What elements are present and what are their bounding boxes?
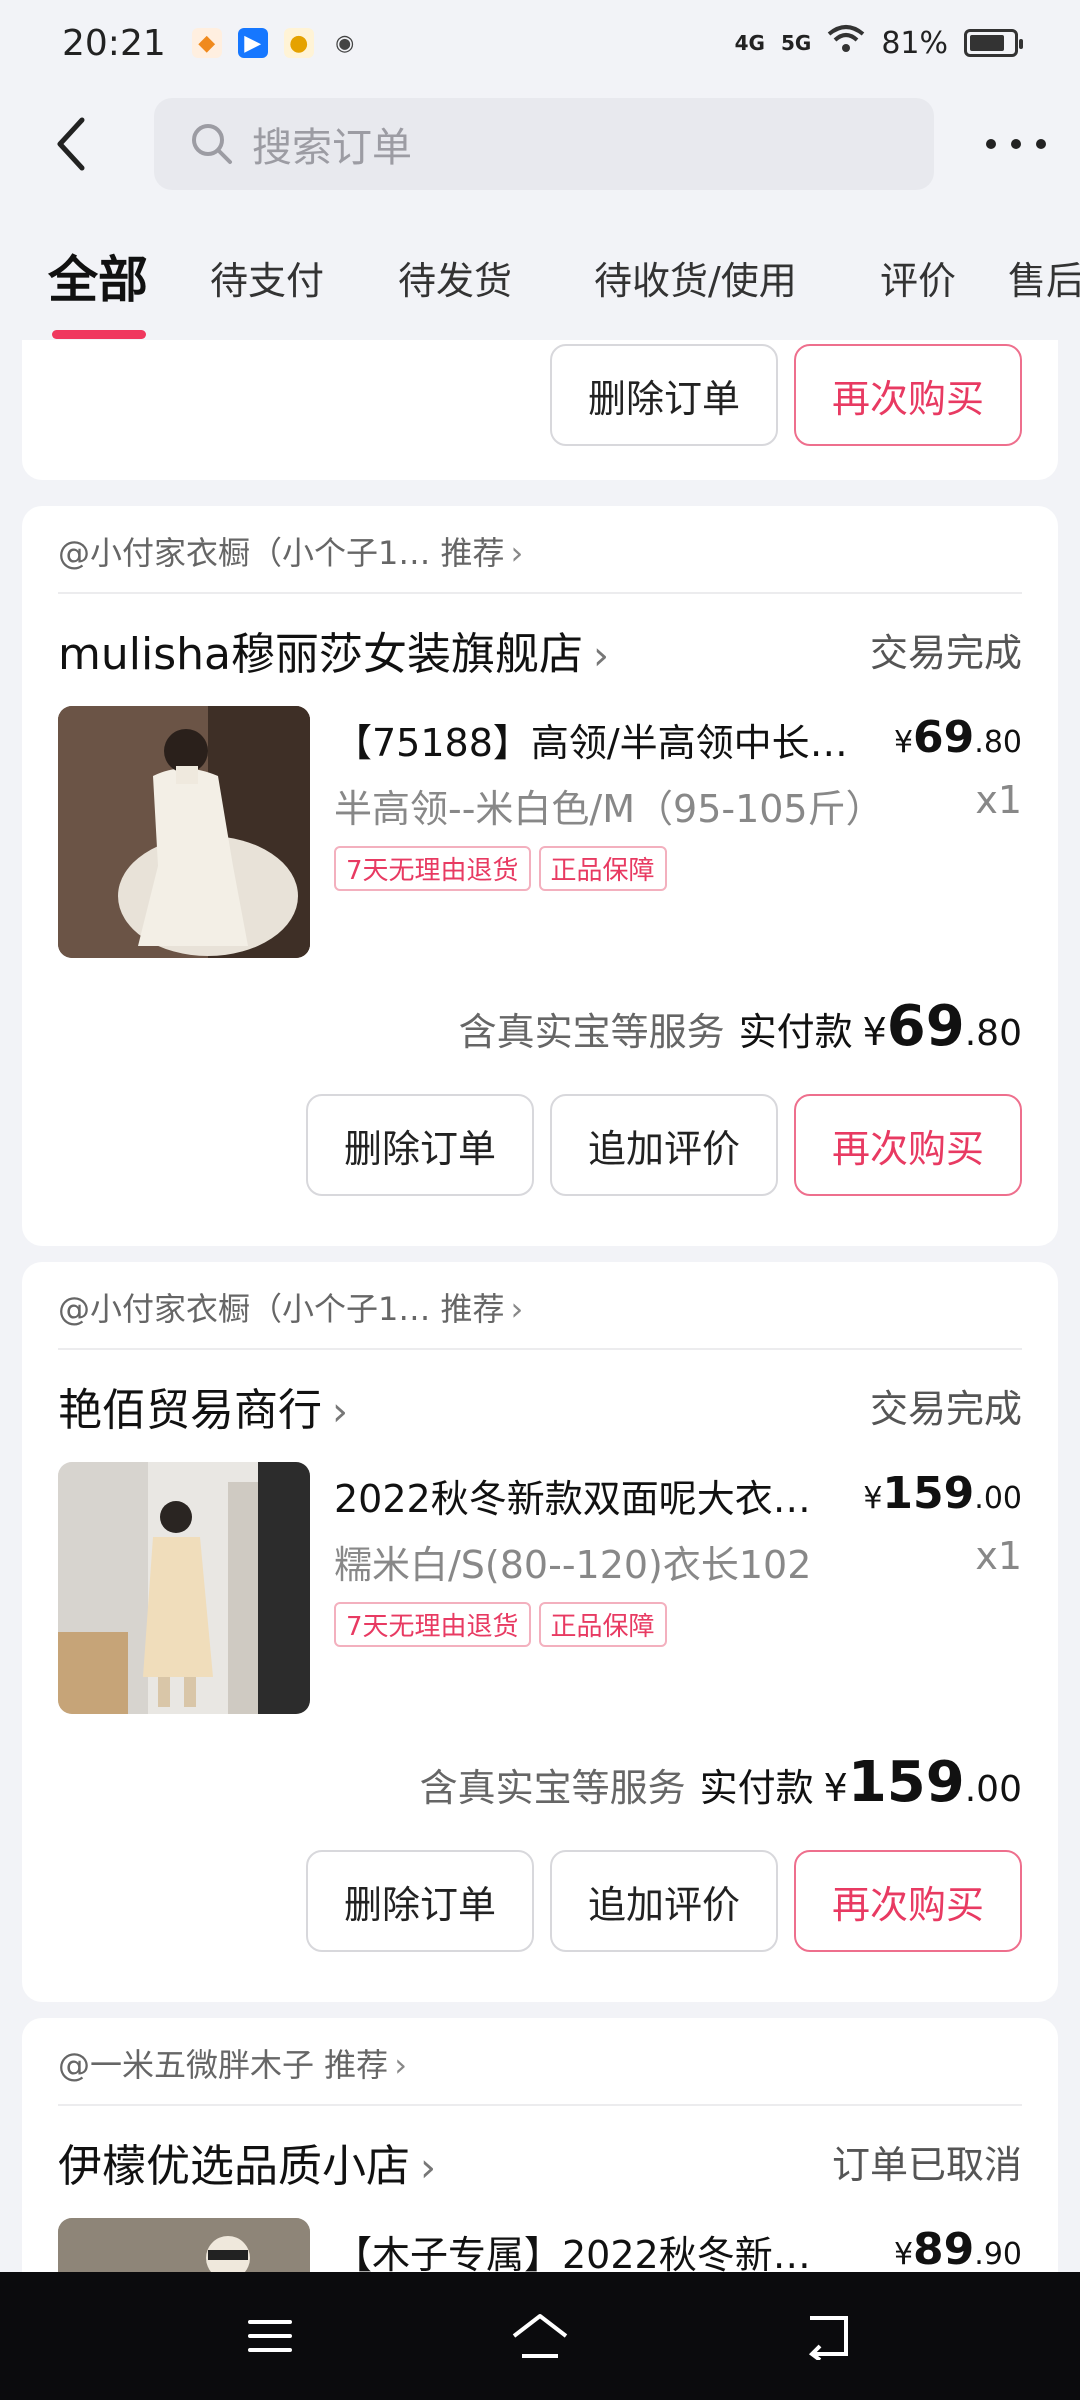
tab-all[interactable]: 全部 — [48, 240, 148, 312]
return-policy-tag: 7天无理由退货 — [334, 846, 531, 891]
chevron-right-icon: › — [332, 1389, 348, 1435]
more-button[interactable] — [986, 122, 1046, 166]
product-price: ¥69.80 — [893, 712, 1022, 763]
product-sku: 糯米白/S(80--120)衣长102 — [334, 1543, 812, 1587]
chevron-right-icon: › — [510, 534, 524, 572]
payment-summary: 含真实宝等服务 实付款 ¥159.00 — [419, 1750, 1022, 1815]
add-review-button[interactable]: 追加评价 — [550, 1850, 778, 1952]
home-icon — [512, 2314, 568, 2358]
product-title[interactable]: 【75188】高领/半高领中长… — [334, 712, 864, 767]
service-note: 含真实宝等服务 — [419, 1766, 686, 1810]
order-card: @一米五微胖木子 推荐 › 伊檬优选品质小店 › 订单已取消 【木子专属】2022秋… — [22, 2018, 1058, 2272]
app-notification-icon: ▶ — [237, 28, 268, 58]
tab-review[interactable]: 评价 — [880, 250, 956, 305]
more-dots-icon — [986, 139, 996, 149]
divider — [58, 592, 1022, 594]
tab-pending-payment[interactable]: 待支付 — [210, 250, 324, 305]
battery-icon — [964, 29, 1023, 57]
buy-again-button[interactable]: 再次购买 — [794, 344, 1022, 446]
authentic-guarantee-tag: 正品保障 — [538, 1602, 667, 1647]
status-bar: 20:21 ◆ ▶ ● ◉ 4G 5G 81% — [0, 0, 1080, 86]
order-list: 删除订单 再次购买 @小付家衣橱（小个子1… 推荐 › mulisha穆丽莎女装旗… — [0, 340, 1080, 2272]
back-icon — [808, 2316, 848, 2360]
product-title[interactable]: 2022秋冬新款双面呢大衣… — [334, 1468, 864, 1523]
product-quantity: x1 — [975, 1534, 1022, 1578]
buy-again-button[interactable]: 再次购买 — [794, 1850, 1022, 1952]
back-button[interactable] — [42, 114, 102, 174]
product-quantity: x1 — [975, 778, 1022, 822]
add-review-button[interactable]: 追加评价 — [550, 1094, 778, 1196]
wifi-icon — [827, 24, 865, 62]
chevron-right-icon: › — [510, 1290, 524, 1328]
paid-amount: 159 — [847, 1750, 965, 1815]
tab-pending-receipt[interactable]: 待收货/使用 — [594, 250, 797, 305]
order-card: @小付家衣橱（小个子1… 推荐 › 艳佰贸易商行 › 交易完成 2022秋冬新款双面… — [22, 1262, 1058, 2002]
app-notification-icon: ● — [283, 28, 314, 58]
system-back-button[interactable] — [794, 2302, 862, 2370]
order-card: 删除订单 再次购买 — [22, 340, 1058, 480]
order-tabs: 全部 待支付 待发货 待收货/使用 评价 售后 — [0, 236, 1080, 340]
signal-4g-icon: 4G — [734, 31, 765, 55]
product-image[interactable] — [58, 706, 310, 958]
product-sku: 半高领--米白色/M（95-105斤） — [334, 787, 884, 831]
system-nav-bar — [0, 2272, 1080, 2400]
paid-amount: 69 — [886, 994, 965, 1059]
shop-name[interactable]: mulisha穆丽莎女装旗舰店 › — [58, 618, 609, 682]
paid-label: 实付款 — [738, 1010, 853, 1054]
chevron-right-icon: › — [394, 2046, 407, 2084]
product-title[interactable]: 【木子专属】2022秋冬新… — [334, 2224, 864, 2272]
delete-order-button[interactable]: 删除订单 — [550, 344, 778, 446]
paid-label: 实付款 — [699, 1766, 814, 1810]
payment-summary: 含真实宝等服务 实付款 ¥69.80 — [458, 994, 1022, 1059]
status-time: 20:21 — [62, 22, 166, 64]
service-tags: 7天无理由退货 正品保障 — [334, 1602, 667, 1647]
product-price: ¥159.00 — [863, 1468, 1022, 1519]
search-input[interactable]: 搜索订单 — [154, 98, 934, 190]
menu-button[interactable] — [236, 2302, 304, 2370]
divider — [58, 2104, 1022, 2106]
recommend-line[interactable]: @一米五微胖木子 推荐 › — [58, 2040, 407, 2086]
home-button[interactable] — [506, 2302, 574, 2370]
product-image[interactable] — [58, 1462, 310, 1714]
tab-active-indicator — [52, 330, 146, 339]
signal-5g-icon: 5G — [780, 31, 812, 55]
tab-pending-shipment[interactable]: 待发货 — [398, 250, 512, 305]
delete-order-button[interactable]: 删除订单 — [306, 1094, 534, 1196]
battery-percent: 81% — [881, 25, 948, 61]
chevron-right-icon: › — [592, 633, 609, 679]
order-card: @小付家衣橱（小个子1… 推荐 › mulisha穆丽莎女装旗舰店 › 交易完成 【… — [22, 506, 1058, 1246]
divider — [58, 1348, 1022, 1350]
service-note: 含真实宝等服务 — [458, 1010, 725, 1054]
authentic-guarantee-tag: 正品保障 — [538, 846, 667, 891]
delete-order-button[interactable]: 删除订单 — [306, 1850, 534, 1952]
product-image[interactable] — [58, 2218, 310, 2272]
search-icon — [192, 124, 232, 164]
service-tags: 7天无理由退货 正品保障 — [334, 846, 667, 891]
order-status: 订单已取消 — [831, 2143, 1022, 2187]
notification-icons: ◆ ▶ ● ◉ — [191, 28, 360, 58]
return-policy-tag: 7天无理由退货 — [334, 1602, 531, 1647]
product-price: ¥89.90 — [893, 2224, 1022, 2272]
shop-name[interactable]: 伊檬优选品质小店 › — [58, 2130, 436, 2194]
header: 搜索订单 — [0, 96, 1080, 192]
app-notification-icon: ◆ — [191, 28, 222, 58]
status-right: 4G 5G 81% — [734, 24, 1023, 62]
order-status: 交易完成 — [869, 1387, 1022, 1431]
recommend-line[interactable]: @小付家衣橱（小个子1… 推荐 › — [58, 528, 523, 574]
wechat-icon: ◉ — [335, 30, 355, 56]
buy-again-button[interactable]: 再次购买 — [794, 1094, 1022, 1196]
recommend-line[interactable]: @小付家衣橱（小个子1… 推荐 › — [58, 1284, 523, 1330]
order-status: 交易完成 — [869, 631, 1022, 675]
chevron-right-icon: › — [420, 2145, 436, 2191]
search-placeholder: 搜索订单 — [252, 125, 412, 171]
menu-icon — [248, 2320, 292, 2352]
back-arrow-icon — [57, 117, 85, 171]
tab-after-sales[interactable]: 售后 — [1008, 250, 1080, 305]
shop-name[interactable]: 艳佰贸易商行 › — [58, 1374, 348, 1438]
